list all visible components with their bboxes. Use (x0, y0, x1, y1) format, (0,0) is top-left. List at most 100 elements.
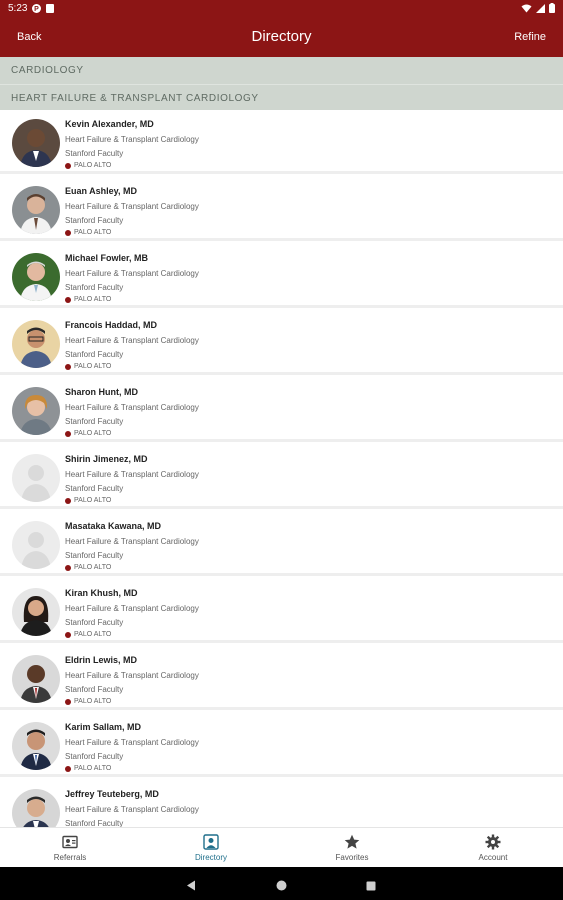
system-home-icon[interactable] (276, 878, 287, 896)
doctor-avatar-placeholder (12, 454, 60, 502)
doctor-photo (12, 655, 60, 703)
doctor-affiliation: Stanford Faculty (65, 685, 124, 694)
location-dot-icon (65, 564, 71, 571)
location-label: PALO ALTO (74, 765, 112, 772)
signal-icon (536, 3, 545, 16)
doctor-specialty: Heart Failure & Transplant Cardiology (65, 738, 199, 747)
doctor-photo (12, 789, 60, 827)
doctor-specialty: Heart Failure & Transplant Cardiology (65, 805, 199, 814)
doctor-name: Eldrin Lewis, MD (65, 655, 138, 665)
location-label: PALO ALTO (74, 296, 112, 303)
doctor-photo (12, 253, 60, 301)
doctor-name: Karim Sallam, MD (65, 722, 142, 732)
doctor-list[interactable]: Kevin Alexander, MD Heart Failure & Tran… (0, 110, 563, 827)
doctor-specialty: Heart Failure & Transplant Cardiology (65, 537, 199, 546)
location-dot-icon (65, 631, 71, 638)
nav-label: Account (478, 853, 508, 862)
doctor-photo (12, 119, 60, 167)
doctor-name: Masataka Kawana, MD (65, 521, 162, 531)
doctor-affiliation: Stanford Faculty (65, 819, 124, 827)
doctor-row[interactable]: Masataka Kawana, MD Heart Failure & Tran… (0, 512, 563, 576)
star-icon (344, 834, 360, 850)
doctor-specialty: Heart Failure & Transplant Cardiology (65, 671, 199, 680)
refine-button[interactable]: Refine (514, 31, 546, 43)
location-dot-icon (65, 698, 71, 705)
location-label: PALO ALTO (74, 631, 112, 638)
status-time: 5:23 (8, 3, 28, 14)
doctor-name: Shirin Jimenez, MD (65, 454, 148, 464)
doctor-row[interactable]: Shirin Jimenez, MD Heart Failure & Trans… (0, 445, 563, 509)
doctor-row[interactable]: Eldrin Lewis, MD Heart Failure & Transpl… (0, 646, 563, 710)
doctor-specialty: Heart Failure & Transplant Cardiology (65, 470, 199, 479)
doctor-location: PALO ALTO (65, 698, 111, 705)
doctor-row[interactable]: Francois Haddad, MD Heart Failure & Tran… (0, 311, 563, 375)
doctor-name: Kevin Alexander, MD (65, 119, 154, 129)
nav-label: Referrals (53, 853, 87, 862)
location-label: PALO ALTO (74, 162, 112, 169)
location-label: PALO ALTO (74, 698, 112, 705)
system-recents-icon[interactable] (366, 878, 376, 896)
doctor-affiliation: Stanford Faculty (65, 216, 124, 225)
doctor-photo (12, 387, 60, 435)
location-dot-icon (65, 229, 71, 236)
doctor-location: PALO ALTO (65, 564, 111, 571)
doctor-photo (12, 722, 60, 770)
doctor-specialty: Heart Failure & Transplant Cardiology (65, 135, 199, 144)
doctor-name: Francois Haddad, MD (65, 320, 158, 330)
doctor-affiliation: Stanford Faculty (65, 551, 124, 560)
location-dot-icon (65, 497, 71, 504)
nav-referrals[interactable]: Referrals (0, 828, 140, 868)
doctor-affiliation: Stanford Faculty (65, 149, 124, 158)
doctor-photo (12, 588, 60, 636)
doctor-location: PALO ALTO (65, 497, 111, 504)
nav-account[interactable]: Account (423, 828, 563, 868)
doctor-photo (12, 186, 60, 234)
location-label: PALO ALTO (74, 229, 112, 236)
svg-text:P: P (34, 6, 39, 13)
doctor-avatar-placeholder (12, 521, 60, 569)
section-header-cardiology: CARDIOLOGY (0, 57, 563, 84)
location-label: PALO ALTO (74, 497, 112, 504)
doctor-name: Michael Fowler, MB (65, 253, 149, 263)
doctor-affiliation: Stanford Faculty (65, 618, 124, 627)
status-bar: 5:23 P (0, 0, 563, 18)
doctor-specialty: Heart Failure & Transplant Cardiology (65, 336, 199, 345)
directory-person-icon (203, 834, 219, 850)
doctor-row[interactable]: Sharon Hunt, MD Heart Failure & Transpla… (0, 378, 563, 442)
system-nav-bar (0, 867, 563, 900)
doctor-location: PALO ALTO (65, 363, 111, 370)
bottom-nav: Referrals Directory Favorites Account (0, 827, 563, 867)
nav-favorites[interactable]: Favorites (282, 828, 422, 868)
location-dot-icon (65, 430, 71, 437)
gear-icon (485, 834, 501, 850)
doctor-location: PALO ALTO (65, 296, 111, 303)
nav-label: Favorites (335, 853, 369, 862)
doctor-row[interactable]: Euan Ashley, MD Heart Failure & Transpla… (0, 177, 563, 241)
doctor-row[interactable]: Kevin Alexander, MD Heart Failure & Tran… (0, 110, 563, 174)
location-dot-icon (65, 765, 71, 772)
doctor-name: Kiran Khush, MD (65, 588, 138, 598)
doctor-row[interactable]: Karim Sallam, MD Heart Failure & Transpl… (0, 713, 563, 777)
doctor-row[interactable]: Michael Fowler, MB Heart Failure & Trans… (0, 244, 563, 308)
nav-label: Directory (194, 853, 227, 862)
battery-icon (549, 3, 555, 16)
location-dot-icon (65, 162, 71, 169)
doctor-affiliation: Stanford Faculty (65, 417, 124, 426)
doctor-location: PALO ALTO (65, 162, 111, 169)
system-back-icon[interactable] (186, 878, 196, 896)
referral-card-icon (62, 834, 78, 850)
doctor-row[interactable]: Kiran Khush, MD Heart Failure & Transpla… (0, 579, 563, 643)
doctor-affiliation: Stanford Faculty (65, 752, 124, 761)
doctor-location: PALO ALTO (65, 765, 111, 772)
doctor-row[interactable]: Jeffrey Teuteberg, MD Heart Failure & Tr… (0, 780, 563, 827)
doctor-specialty: Heart Failure & Transplant Cardiology (65, 202, 199, 211)
location-label: PALO ALTO (74, 564, 112, 571)
location-dot-icon (65, 296, 71, 303)
nav-directory[interactable]: Directory (141, 828, 281, 868)
section-header-subspecialty: HEART FAILURE & TRANSPLANT CARDIOLOGY (0, 84, 563, 111)
location-dot-icon (65, 363, 71, 370)
notification-p-icon: P (32, 4, 41, 13)
app-bar: Back Directory Refine (0, 18, 563, 57)
doctor-location: PALO ALTO (65, 229, 111, 236)
doctor-specialty: Heart Failure & Transplant Cardiology (65, 403, 199, 412)
